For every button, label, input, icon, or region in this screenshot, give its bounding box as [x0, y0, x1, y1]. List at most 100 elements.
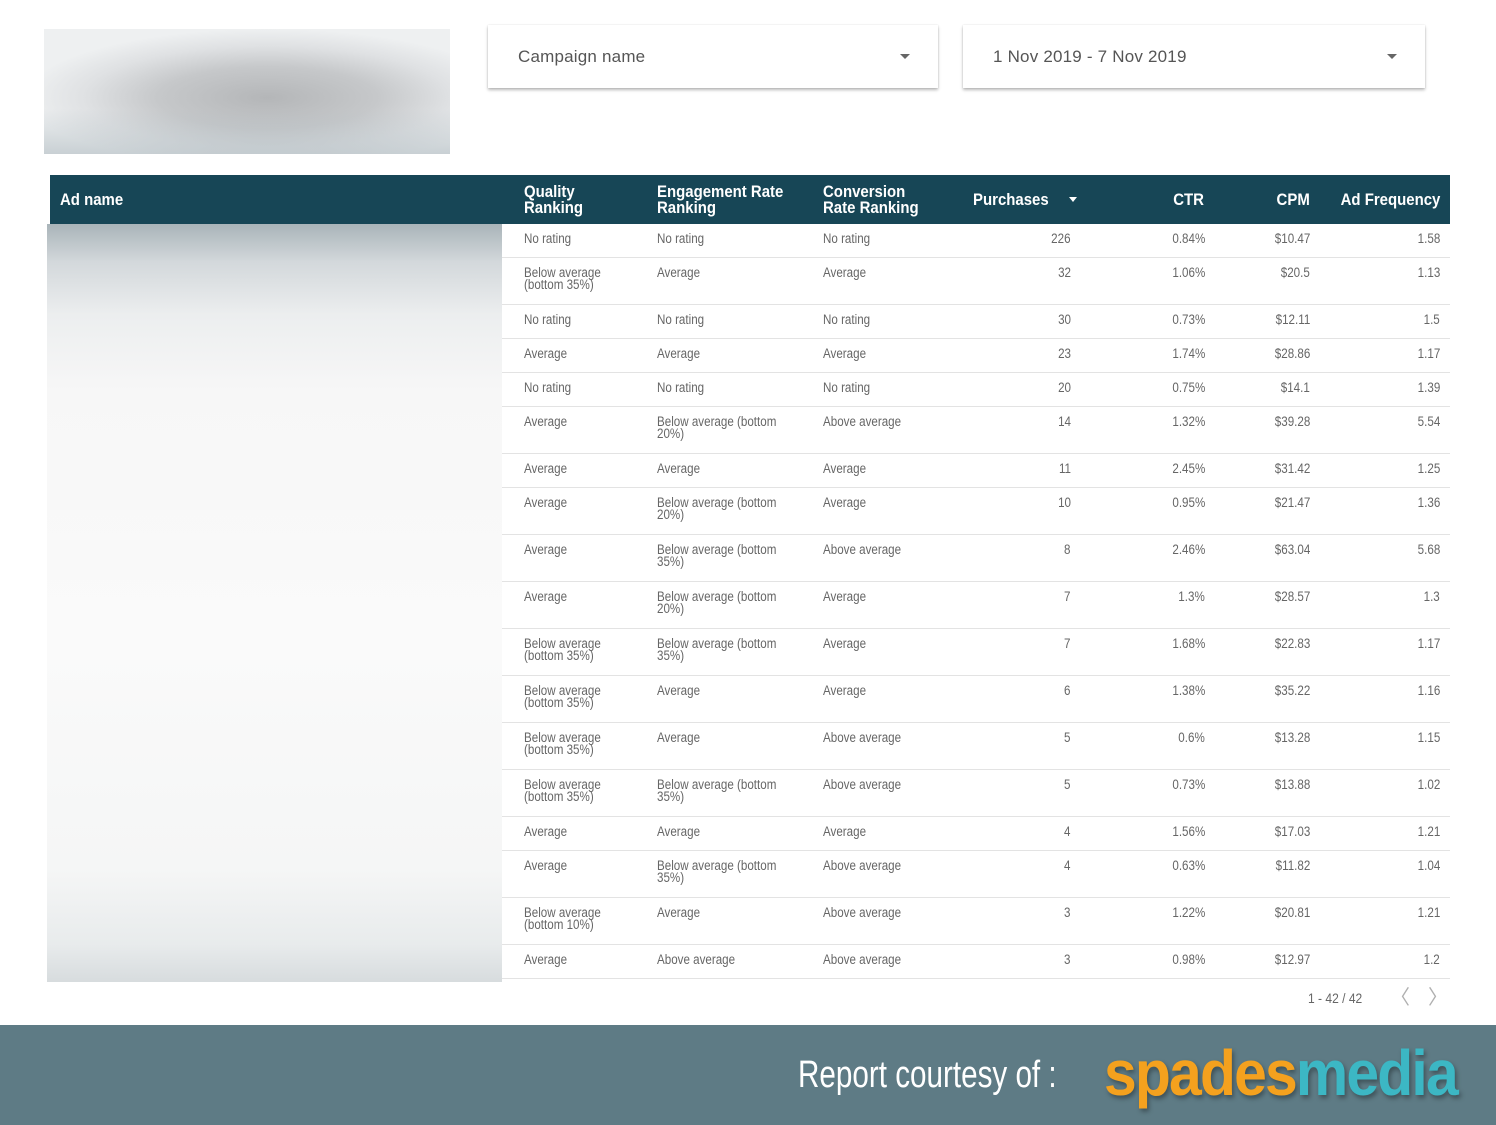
cpm-cell: $20.5: [1280, 265, 1310, 280]
column-header-ad-name[interactable]: Ad name: [60, 175, 360, 224]
table-row[interactable]: Below average (bottom 35%) Below average …: [502, 629, 1450, 676]
ad-frequency-cell: 1.17: [1417, 636, 1440, 651]
pagination: 1 - 42 / 42 〈 〉: [1290, 986, 1448, 1010]
table-row[interactable]: Average Below average (bottom 35%) Above a…: [502, 535, 1450, 582]
engagement-rate-ranking-cell: Average: [657, 461, 701, 476]
table-row[interactable]: Average Above average Above average 3 0.98% $…: [502, 945, 1450, 979]
caret-down-icon: [1387, 54, 1397, 59]
engagement-rate-ranking-cell: Average: [657, 683, 701, 698]
chevron-right-icon[interactable]: 〉: [1428, 986, 1448, 1010]
engagement-rate-ranking-cell: Below average (bottom 20%): [657, 414, 777, 441]
table-row[interactable]: No rating No rating No rating 226 0.84% $10.4…: [502, 224, 1450, 258]
ad-frequency-cell: 1.02: [1417, 777, 1440, 792]
ad-frequency-cell: 5.68: [1417, 542, 1440, 557]
engagement-rate-ranking-cell: No rating: [657, 380, 705, 395]
column-header-cpm[interactable]: CPM: [1230, 175, 1310, 224]
column-header-ctr[interactable]: CTR: [1124, 175, 1204, 224]
engagement-rate-ranking-cell: Below average (bottom 35%): [657, 542, 777, 569]
table-row[interactable]: Below average (bottom 35%) Average Average…: [502, 676, 1450, 723]
ad-frequency-cell: 1.16: [1417, 683, 1440, 698]
table-row[interactable]: Average Average Average 23 1.74% $28.86 1.17: [502, 339, 1450, 373]
table-row[interactable]: Below average (bottom 35%) Average Above a…: [502, 723, 1450, 770]
quality-ranking-cell: Average: [524, 346, 568, 361]
table-row[interactable]: Below average (bottom 10%) Average Above a…: [502, 898, 1450, 945]
quality-ranking-cell: Average: [524, 952, 568, 967]
column-header-purchases[interactable]: Purchases: [973, 175, 1093, 224]
column-header-engagement-rate-ranking[interactable]: Engagement Rate Ranking: [657, 175, 807, 224]
cpm-cell: $17.03: [1274, 824, 1310, 839]
conversion-rate-ranking-cell: No rating: [823, 380, 871, 395]
table-row[interactable]: No rating No rating No rating 30 0.73% $12.11…: [502, 305, 1450, 339]
conversion-rate-ranking-cell: Above average: [823, 952, 902, 967]
table-body: No rating No rating No rating 226 0.84% $10.4…: [502, 224, 1450, 979]
ctr-cell: 2.46%: [1172, 542, 1205, 557]
table-row[interactable]: Below average (bottom 35%) Below average …: [502, 770, 1450, 817]
purchases-cell: 226: [1051, 231, 1071, 246]
ad-frequency-cell: 1.15: [1417, 730, 1440, 745]
table-row[interactable]: Average Below average (bottom 20%) Average…: [502, 488, 1450, 535]
cpm-cell: $12.97: [1274, 952, 1310, 967]
ctr-cell: 1.68%: [1172, 636, 1205, 651]
conversion-rate-ranking-cell: Above average: [823, 730, 902, 745]
quality-ranking-cell: Average: [524, 824, 568, 839]
date-range-label: 1 Nov 2019 - 7 Nov 2019: [993, 46, 1187, 66]
purchases-cell: 10: [1058, 495, 1071, 510]
quality-ranking-cell: Average: [524, 461, 568, 476]
purchases-cell: 4: [1064, 858, 1071, 873]
quality-ranking-cell: Below average (bottom 35%): [524, 265, 601, 292]
cpm-cell: $14.1: [1280, 380, 1310, 395]
purchases-header-label: Purchases: [973, 189, 1049, 209]
table-row[interactable]: Average Below average (bottom 20%) Above a…: [502, 407, 1450, 454]
engagement-rate-ranking-cell: Average: [657, 265, 701, 280]
brand-part-media: media: [1295, 1037, 1459, 1109]
date-range-filter[interactable]: 1 Nov 2019 - 7 Nov 2019: [963, 25, 1425, 88]
quality-ranking-cell: Average: [524, 858, 568, 873]
ctr-cell: 1.38%: [1172, 683, 1205, 698]
quality-ranking-cell: Average: [524, 542, 568, 557]
purchases-cell: 30: [1058, 312, 1071, 327]
engagement-rate-ranking-cell: Average: [657, 824, 701, 839]
purchases-cell: 3: [1064, 905, 1071, 920]
spadesmedia-logo: spadesmedia: [1104, 1037, 1459, 1109]
report-footer: Report courtesy of : spadesmedia: [0, 1025, 1496, 1125]
cpm-cell: $35.22: [1274, 683, 1310, 698]
chevron-left-icon[interactable]: 〈: [1390, 986, 1410, 1010]
purchases-cell: 7: [1064, 589, 1071, 604]
ad-name-column-blurred: [47, 224, 502, 982]
conversion-rate-ranking-cell: Above average: [823, 777, 902, 792]
column-header-conversion-rate-ranking[interactable]: Conversion Rate Ranking: [823, 175, 953, 224]
engagement-rate-ranking-cell: Above average: [657, 952, 736, 967]
ad-frequency-cell: 1.5: [1423, 312, 1440, 327]
purchases-cell: 5: [1064, 730, 1071, 745]
quality-ranking-cell: Below average (bottom 35%): [524, 683, 601, 710]
table-row[interactable]: Average Average Average 11 2.45% $31.42 1.25: [502, 454, 1450, 488]
conversion-rate-ranking-cell: Average: [823, 824, 867, 839]
conversion-rate-ranking-cell: Average: [823, 265, 867, 280]
quality-ranking-cell: Below average (bottom 35%): [524, 777, 601, 804]
quality-ranking-cell: Below average (bottom 10%): [524, 905, 601, 932]
column-header-quality-ranking[interactable]: Quality Ranking: [524, 175, 634, 224]
engagement-rate-ranking-cell: Below average (bottom 35%): [657, 858, 777, 885]
table-row[interactable]: Below average (bottom 35%) Average Average…: [502, 258, 1450, 305]
table-row[interactable]: Average Below average (bottom 35%) Above a…: [502, 851, 1450, 898]
conversion-rate-ranking-cell: Average: [823, 346, 867, 361]
table-row[interactable]: Average Average Average 4 1.56% $17.03 1.21: [502, 817, 1450, 851]
purchases-cell: 4: [1064, 824, 1071, 839]
quality-ranking-cell: Below average (bottom 35%): [524, 730, 601, 757]
ad-frequency-cell: 1.21: [1417, 905, 1440, 920]
ad-performance-table: Ad name Quality Ranking Engagement Rate …: [50, 175, 1450, 224]
purchases-cell: 14: [1058, 414, 1071, 429]
table-row[interactable]: Average Below average (bottom 20%) Average…: [502, 582, 1450, 629]
quality-ranking-cell: Average: [524, 495, 568, 510]
ctr-cell: 0.6%: [1178, 730, 1205, 745]
campaign-name-filter[interactable]: Campaign name: [488, 25, 938, 88]
cpm-cell: $13.28: [1274, 730, 1310, 745]
purchases-cell: 3: [1064, 952, 1071, 967]
ad-frequency-cell: 1.3: [1423, 589, 1440, 604]
table-row[interactable]: No rating No rating No rating 20 0.75% $14.1 1…: [502, 373, 1450, 407]
conversion-rate-ranking-cell: No rating: [823, 312, 871, 327]
ad-frequency-cell: 5.54: [1417, 414, 1440, 429]
conversion-rate-ranking-cell: Above average: [823, 542, 902, 557]
purchases-cell: 7: [1064, 636, 1071, 651]
column-header-ad-frequency[interactable]: Ad Frequency: [1320, 175, 1440, 224]
